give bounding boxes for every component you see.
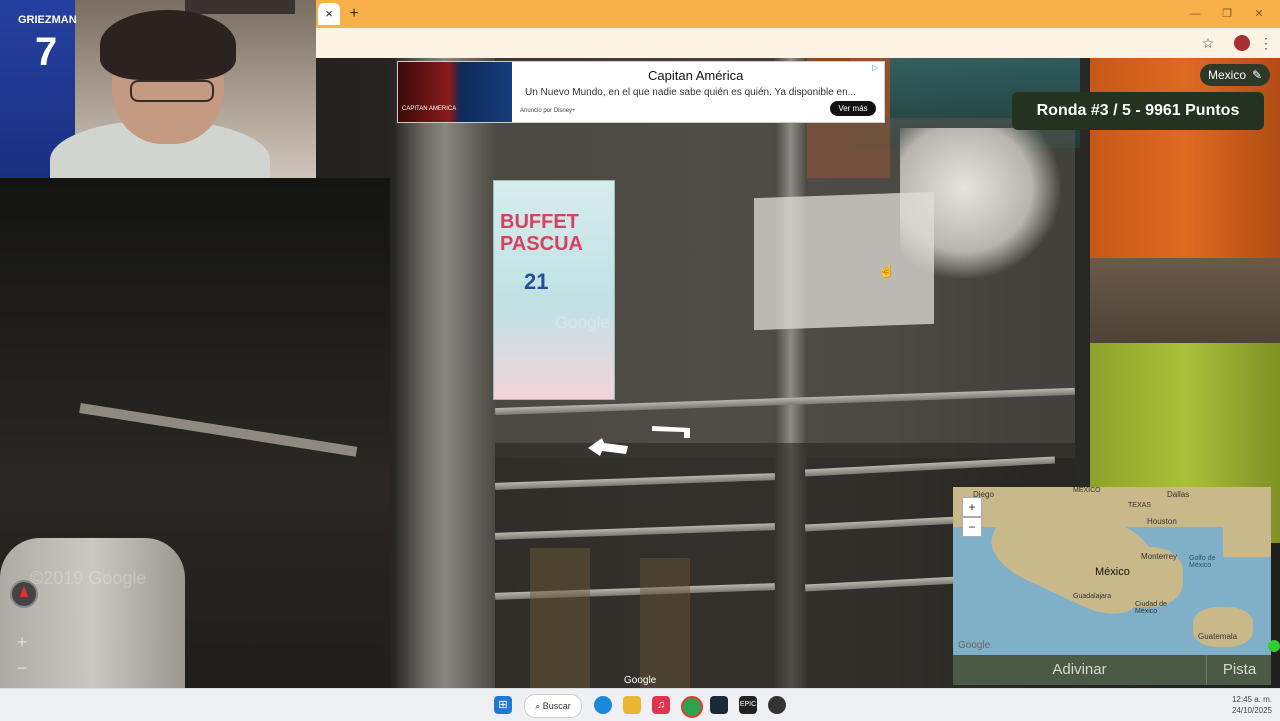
person-hair bbox=[100, 10, 236, 80]
buffet-poster: BUFFET PASCUA 21 bbox=[493, 180, 615, 400]
obs-icon[interactable] bbox=[768, 696, 786, 714]
wood-band bbox=[1090, 258, 1280, 348]
zoom-out-button[interactable]: − bbox=[10, 656, 34, 680]
navigation-arrows[interactable] bbox=[580, 418, 700, 468]
map-google-logo: Google bbox=[958, 640, 991, 651]
webcam-overlay: GRIEZMAN 7 bbox=[0, 0, 316, 178]
ad-cta-button[interactable]: Ver más bbox=[830, 101, 876, 116]
music-icon[interactable]: ♫ bbox=[652, 696, 670, 714]
region-selector[interactable]: Mexico ✎ bbox=[1200, 64, 1271, 86]
tab-close-icon[interactable]: × bbox=[318, 3, 340, 25]
close-window-icon[interactable]: ✕ bbox=[1246, 4, 1272, 24]
poster-title: BUFFET PASCUA bbox=[500, 211, 583, 255]
bookmark-star-icon[interactable]: ☆ bbox=[1197, 32, 1219, 54]
adchoices-icon[interactable]: ▷ bbox=[872, 63, 878, 72]
taskbar-search[interactable]: ⌕ Buscar bbox=[524, 694, 582, 718]
compass-icon[interactable] bbox=[10, 580, 38, 608]
ad-title[interactable]: Capitan América bbox=[648, 68, 743, 83]
windows-start-icon[interactable]: ⊞ bbox=[494, 696, 512, 714]
maximize-icon[interactable]: ❐ bbox=[1214, 4, 1240, 24]
status-dot-icon bbox=[1268, 640, 1280, 652]
minimize-icon[interactable]: — bbox=[1182, 4, 1208, 24]
profile-avatar-icon[interactable] bbox=[1234, 35, 1250, 51]
steam-icon[interactable] bbox=[710, 696, 728, 714]
google-logo: Google bbox=[624, 675, 657, 686]
zoom-in-button[interactable]: + bbox=[10, 630, 34, 654]
epic-games-icon[interactable]: EPIC bbox=[739, 696, 757, 714]
browser-menu-icon[interactable]: ⋮ bbox=[1255, 32, 1277, 54]
chair bbox=[640, 558, 690, 688]
system-clock[interactable]: 12:45 a. m. 24/10/2025 bbox=[1232, 694, 1272, 716]
arrow-left-icon bbox=[588, 438, 628, 456]
guess-button[interactable]: Adivinar bbox=[953, 655, 1206, 685]
guess-minimap[interactable]: Diego MEXICO Dallas TEXAS Houston Monter… bbox=[953, 487, 1271, 655]
glasses bbox=[130, 80, 214, 102]
white-sticker bbox=[754, 191, 934, 331]
door-frame-left bbox=[395, 58, 495, 688]
copyright-watermark: ©2019 Google bbox=[30, 568, 147, 588]
edge-icon[interactable] bbox=[594, 696, 612, 714]
poster-number: 21 bbox=[524, 269, 549, 294]
new-tab-icon[interactable]: + bbox=[344, 4, 364, 24]
ad-image[interactable]: CAPITAN AMERICA bbox=[398, 62, 512, 122]
advertisement-banner[interactable]: CAPITAN AMERICA Capitan América Un Nuevo… bbox=[397, 61, 885, 123]
hand-cursor-icon: ☝ bbox=[878, 262, 896, 278]
ad-source: Anuncio por Disney+ bbox=[520, 108, 576, 114]
edit-pencil-icon[interactable]: ✎ bbox=[1252, 64, 1262, 86]
file-explorer-icon[interactable] bbox=[623, 696, 641, 714]
round-score-display: Ronda #3 / 5 - 9961 Puntos bbox=[1012, 92, 1264, 130]
map-zoom-in-button[interactable]: + bbox=[962, 497, 982, 517]
chrome-icon[interactable] bbox=[681, 696, 703, 718]
chair bbox=[530, 548, 590, 688]
arrow-forward-icon bbox=[652, 426, 690, 438]
ad-body: Un Nuevo Mundo, en el que nadie sabe qui… bbox=[525, 87, 856, 98]
map-zoom-out-button[interactable]: − bbox=[962, 517, 982, 537]
windows-taskbar: ⊞ ⌕ Buscar ♫ EPIC 12:45 a. m. 24/10/2025 bbox=[0, 688, 1280, 721]
window-controls: — ❐ ✕ bbox=[1182, 4, 1272, 24]
hint-button[interactable]: Pista bbox=[1206, 655, 1272, 685]
region-label: Mexico bbox=[1208, 68, 1247, 82]
google-watermark: Google bbox=[555, 313, 610, 332]
